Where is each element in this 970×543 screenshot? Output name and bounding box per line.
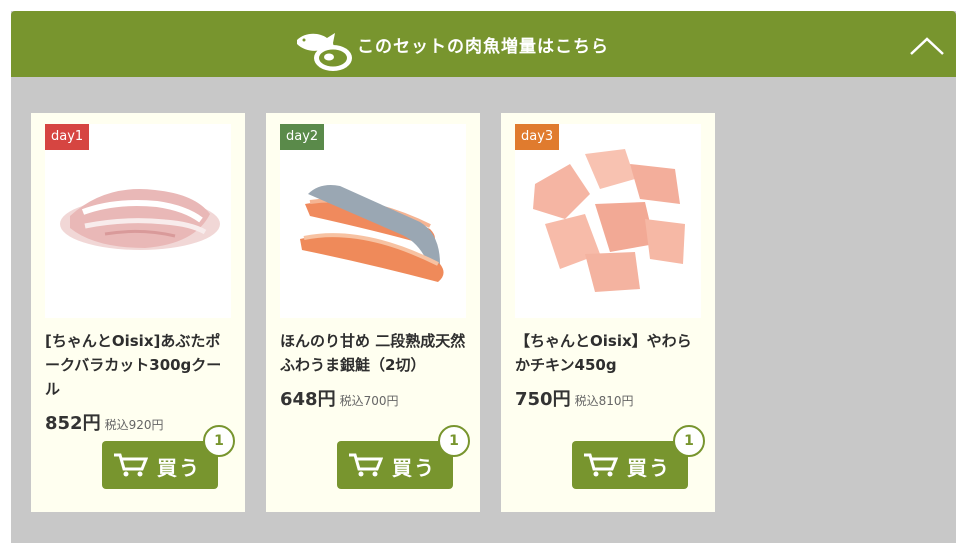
price-value: 648円 — [280, 389, 336, 410]
day-label: day3 — [515, 124, 560, 150]
product-image-pork[interactable] — [45, 124, 231, 318]
cart-icon — [349, 453, 383, 477]
chevron-up-icon[interactable] — [908, 34, 946, 58]
product-name[interactable]: ほんのり甘め 二段熟成天然ふわうま銀鮭（2切） — [280, 329, 470, 377]
quantity-badge: 1 — [673, 425, 705, 457]
tax-price: 税込700円 — [339, 394, 399, 408]
tax-price: 税込810円 — [574, 394, 634, 408]
price-value: 750円 — [515, 389, 571, 410]
header-title: このセットの肉魚増量はこちら — [357, 37, 609, 57]
price-value: 852円 — [45, 413, 101, 434]
buy-button[interactable]: 買う — [102, 441, 218, 489]
product-image-chicken[interactable] — [515, 124, 701, 318]
product-card[interactable]: day1 [ちゃんとOisix]あぶたポークバラカット300gクール 852円税… — [31, 113, 245, 512]
buy-label: 買う — [157, 456, 201, 480]
tax-price: 税込920円 — [104, 418, 164, 432]
product-price: 648円 税込700円 — [280, 385, 398, 411]
product-card[interactable]: day3 【ちゃんとOisix】やわらかチキン450g 750円 税込810円 買… — [501, 113, 715, 512]
product-name[interactable]: 【ちゃんとOisix】やわらかチキン450g — [515, 329, 705, 377]
buy-label: 買う — [627, 456, 671, 480]
product-price: 750円 税込810円 — [515, 385, 633, 411]
buy-button[interactable]: 買う — [572, 441, 688, 489]
product-price: 852円 税込920円 — [45, 409, 163, 435]
quantity-badge: 1 — [438, 425, 470, 457]
quantity-badge: 1 — [203, 425, 235, 457]
product-card[interactable]: day2 ほんのり甘め 二段熟成天然ふわうま銀鮭（2切） 648円 税込700円 … — [266, 113, 480, 512]
section-header[interactable]: このセットの肉魚増量はこちら — [11, 11, 956, 77]
product-name[interactable]: [ちゃんとOisix]あぶたポークバラカット300gクール — [45, 329, 235, 401]
fish-meat-icon — [297, 33, 352, 71]
cart-icon — [114, 453, 148, 477]
product-image-salmon[interactable] — [280, 124, 466, 318]
cart-icon — [584, 453, 618, 477]
buy-label: 買う — [392, 456, 436, 480]
day-label: day1 — [45, 124, 90, 150]
buy-button[interactable]: 買う — [337, 441, 453, 489]
day-label: day2 — [280, 124, 325, 150]
